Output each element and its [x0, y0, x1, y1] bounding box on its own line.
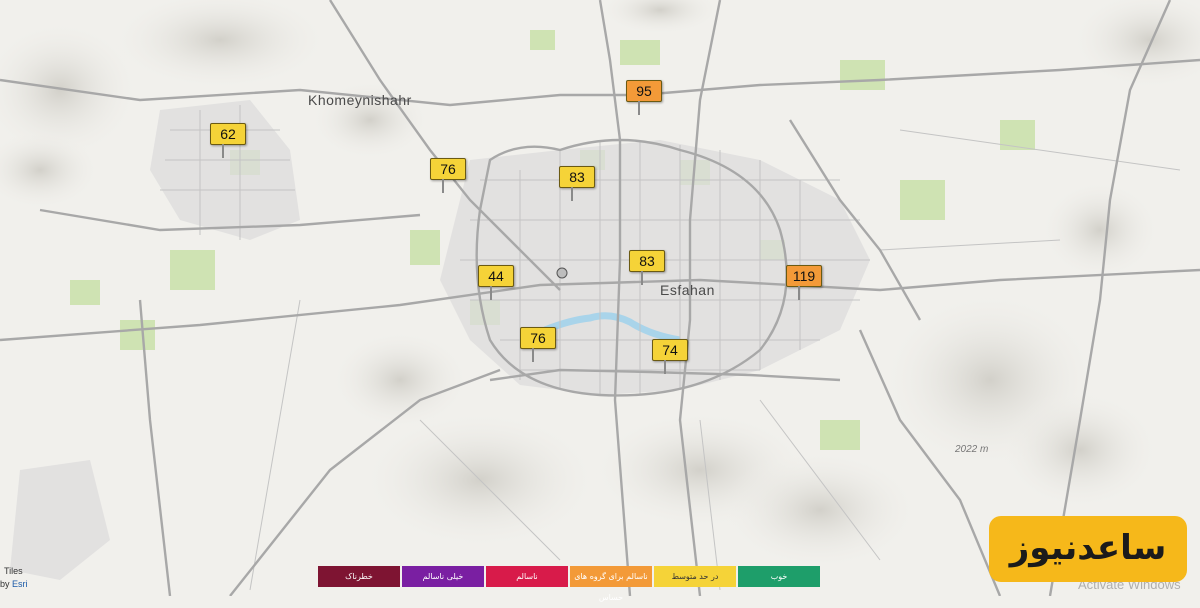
aqi-marker[interactable]: 76 [430, 158, 470, 198]
aqi-value: 76 [520, 327, 556, 349]
aqi-marker[interactable]: 95 [626, 80, 666, 120]
esri-link[interactable]: Esri [12, 579, 28, 589]
attribution-esri: by Esri [0, 579, 28, 589]
aqi-value: 44 [478, 265, 514, 287]
aqi-value: 74 [652, 339, 688, 361]
aqi-marker[interactable]: 83 [559, 166, 599, 206]
aqi-value: 76 [430, 158, 466, 180]
aqi-marker[interactable]: 44 [478, 265, 518, 305]
aqi-marker[interactable]: 119 [786, 265, 826, 305]
legend-moderate[interactable]: در حد متوسط [654, 566, 736, 587]
marker-pin [442, 179, 444, 193]
aqi-value: 62 [210, 123, 246, 145]
aqi-marker[interactable]: 76 [520, 327, 560, 367]
aqi-marker[interactable]: 62 [210, 123, 250, 163]
aqi-marker[interactable]: 83 [629, 250, 669, 290]
marker-pin [798, 286, 800, 300]
aqi-value: 83 [629, 250, 665, 272]
legend-unhealthy-sensitive[interactable]: ناسالم برای گروه های حساس [570, 566, 652, 602]
legend-unhealthy[interactable]: ناسالم [486, 566, 568, 587]
aqi-value: 95 [626, 80, 662, 102]
saednews-logo: ساعدنیوز [989, 516, 1187, 582]
aqi-marker[interactable]: 74 [652, 339, 692, 379]
marker-pin [222, 144, 224, 158]
place-label-khomeynishahr: Khomeynishahr [308, 92, 412, 108]
legend-good[interactable]: خوب [738, 566, 820, 587]
marker-pin [490, 286, 492, 300]
attribution-prefix: by [0, 579, 10, 589]
aqi-value: 83 [559, 166, 595, 188]
elevation-label: 2022 m [955, 444, 989, 455]
aqi-legend: خطرناک خیلی ناسالم ناسالم ناسالم برای گر… [318, 566, 820, 602]
marker-pin [571, 187, 573, 201]
marker-pin [532, 348, 534, 362]
marker-pin [638, 101, 640, 115]
marker-pin [664, 360, 666, 374]
marker-pin [641, 271, 643, 285]
location-dot [556, 267, 568, 279]
legend-hazardous[interactable]: خطرناک [318, 566, 400, 587]
map-canvas[interactable] [0, 0, 1200, 596]
aqi-value: 119 [786, 265, 822, 287]
legend-very-unhealthy[interactable]: خیلی ناسالم [402, 566, 484, 587]
attribution-tiles: Tiles [4, 566, 23, 576]
